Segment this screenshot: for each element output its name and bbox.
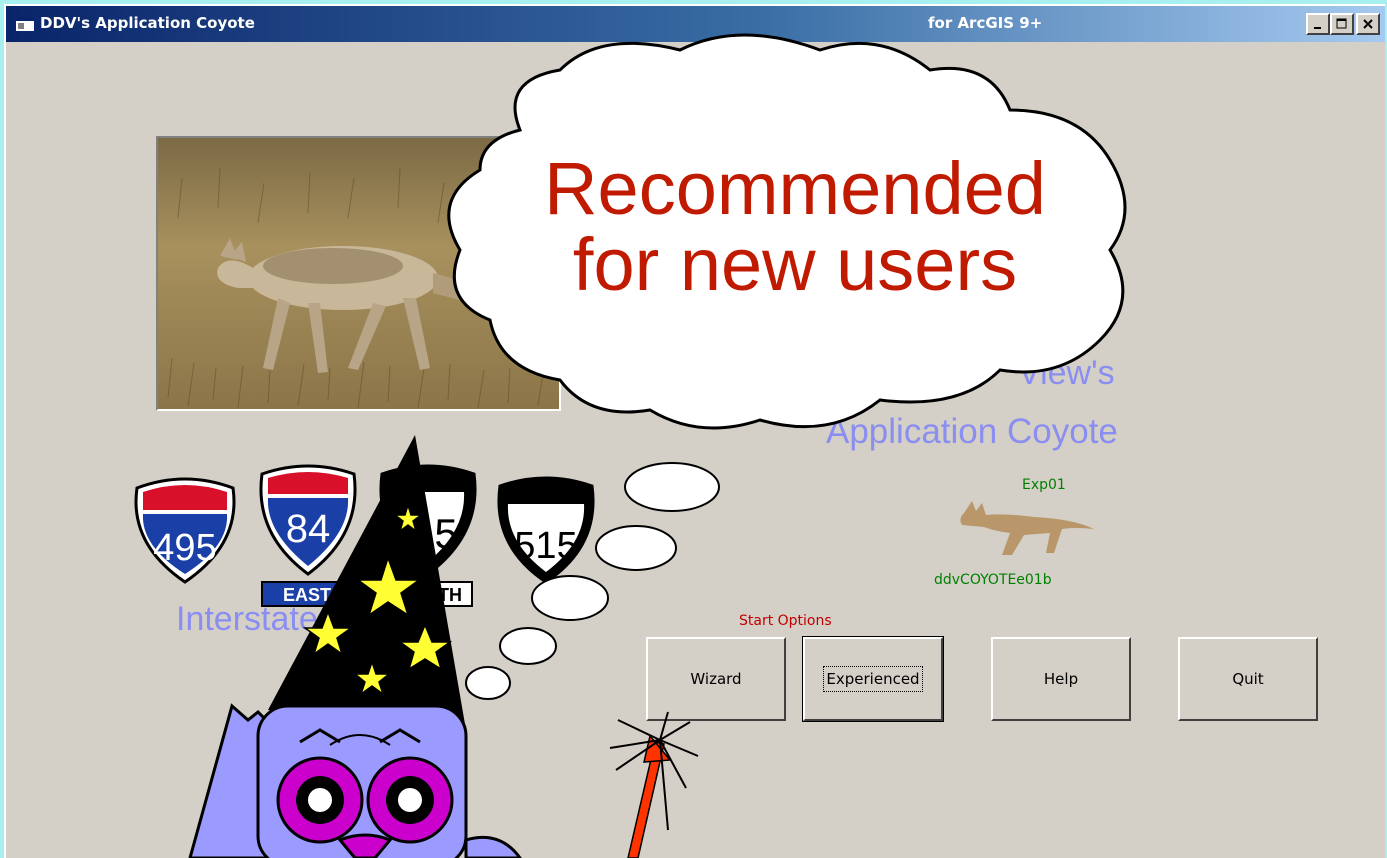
thought-trail [465, 462, 720, 700]
tutorial-overlay [188, 33, 1127, 858]
callout-line-2: for new users [572, 223, 1018, 306]
callout-line-1: Recommended [544, 147, 1046, 230]
wizard-owl [188, 703, 522, 858]
magic-wand [609, 711, 699, 858]
wizard-hat [268, 435, 466, 730]
